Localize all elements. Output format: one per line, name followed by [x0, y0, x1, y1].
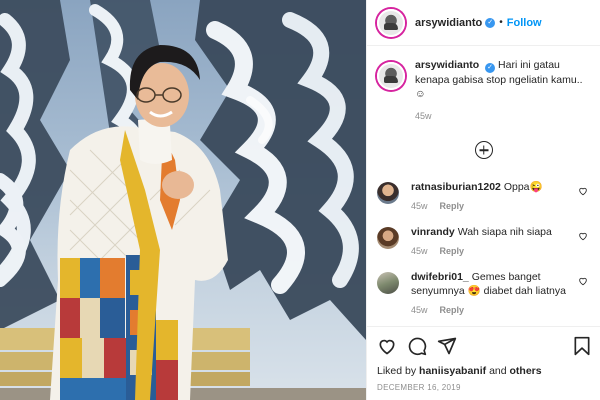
author-avatar[interactable]: [377, 8, 405, 37]
heart-icon[interactable]: [578, 231, 588, 241]
comment-username[interactable]: vinrandy: [411, 226, 455, 238]
verified-badge-icon: ✓: [485, 63, 496, 73]
follow-button[interactable]: Follow: [507, 17, 542, 29]
commenter-avatar[interactable]: [377, 227, 399, 249]
post-date[interactable]: DECEMBER 16, 2019: [377, 383, 591, 392]
comment-username[interactable]: dwifebri01_: [411, 271, 469, 283]
comment-age: 45w: [411, 201, 428, 211]
comments-list[interactable]: arsywidianto ✓ Hari ini gatau kenapa gab…: [367, 46, 600, 324]
liked-by: Liked by haniisyabanif and others: [377, 365, 591, 377]
comment-item: dwifebri01_ Gemes banget senyumnya 😍 dia…: [377, 270, 590, 317]
comment-text: diabet dah liatnya: [483, 285, 566, 297]
comment-age: 45w: [411, 246, 428, 256]
comment-age: 45w: [411, 305, 428, 315]
comment-item: vinrandy Wah siapa nih siapa 45w Reply: [377, 225, 590, 258]
plus-circle-icon[interactable]: [474, 141, 493, 159]
heart-icon[interactable]: [578, 186, 588, 196]
comment-item: ratnasiburian1202 Oppa😜 45w Reply: [377, 180, 590, 213]
liked-by-prefix: Liked by: [377, 365, 417, 377]
reply-button[interactable]: Reply: [440, 246, 465, 256]
caption-username[interactable]: arsywidianto: [415, 59, 479, 71]
liked-by-connector: and: [489, 365, 507, 377]
verified-badge-icon: ✓: [485, 17, 496, 28]
post-photo[interactable]: [0, 0, 366, 400]
author-username[interactable]: arsywidianto: [415, 17, 482, 29]
post-caption: arsywidianto ✓ Hari ini gatau kenapa gab…: [377, 58, 590, 123]
commenter-avatar[interactable]: [377, 272, 399, 294]
paper-plane-icon[interactable]: [437, 336, 457, 356]
reply-button[interactable]: Reply: [440, 305, 465, 315]
post-detail-panel: arsywidianto ✓ • Follow arsywidianto ✓ H…: [366, 0, 600, 400]
caption-avatar[interactable]: [377, 62, 405, 90]
heart-eyes-emoji: 😍: [467, 285, 481, 297]
liked-by-others[interactable]: others: [510, 365, 542, 377]
commenter-avatar[interactable]: [377, 182, 399, 204]
liked-by-user[interactable]: haniisyabanif: [419, 365, 486, 377]
comment-username[interactable]: ratnasiburian1202: [411, 181, 501, 193]
heart-icon[interactable]: [578, 276, 588, 286]
reply-button[interactable]: Reply: [440, 201, 465, 211]
comment-icon[interactable]: [407, 336, 427, 356]
comment-text: Oppa😜: [503, 181, 543, 193]
post-actions: Liked by haniisyabanif and others DECEMB…: [367, 326, 600, 392]
comment-text: Wah siapa nih siapa: [457, 226, 552, 238]
separator-dot: •: [499, 17, 503, 28]
bookmark-icon[interactable]: [573, 336, 591, 356]
heart-icon[interactable]: [377, 336, 397, 356]
post-header: arsywidianto ✓ • Follow: [367, 0, 600, 46]
photo-illustration: [0, 0, 366, 400]
caption-age: 45w: [415, 111, 432, 121]
